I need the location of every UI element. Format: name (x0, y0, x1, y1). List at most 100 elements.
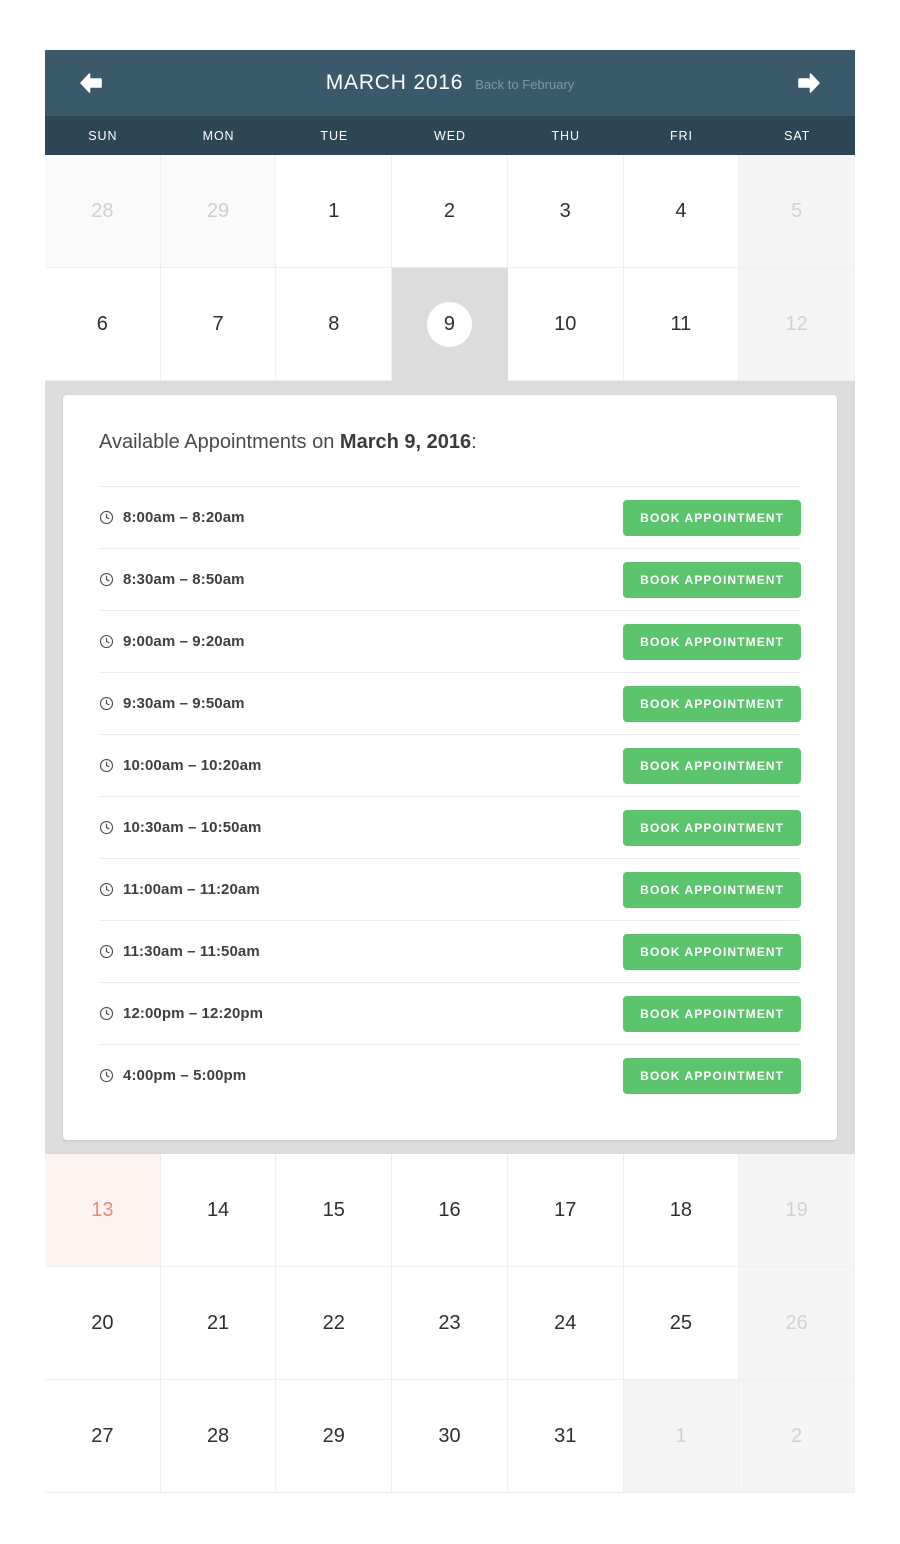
day-number: 21 (206, 1312, 230, 1334)
day-cell-30[interactable]: 30 (392, 1380, 508, 1493)
day-cell-27[interactable]: 27 (45, 1380, 161, 1493)
day-number: 23 (438, 1312, 461, 1334)
back-to-previous-month-link[interactable]: Back to February (475, 77, 574, 92)
day-cell-24[interactable]: 24 (507, 1267, 624, 1380)
clock-icon (99, 572, 114, 587)
day-cell-19: 19 (739, 1154, 855, 1267)
slot-time-label: 8:00am – 8:20am (123, 509, 245, 526)
clock-icon (99, 882, 114, 897)
slot-time-group: 4:00pm – 5:00pm (99, 1067, 246, 1084)
weekday-label-wed: WED (434, 128, 466, 143)
day-number: 28 (91, 200, 114, 222)
day-cell-5: 5 (739, 155, 855, 268)
book-appointment-button[interactable]: BOOK APPOINTMENT (623, 995, 801, 1032)
appointment-slot-row: 10:00am – 10:20am BOOK APPOINTMENT (99, 734, 801, 796)
appointment-slot-row: 8:00am – 8:20am BOOK APPOINTMENT (99, 486, 801, 548)
calendar-widget: MARCH 2016 Back to February SUN MON TUE WED… (45, 50, 855, 1493)
day-number: 1 (675, 1425, 687, 1447)
slot-time-group: 8:30am – 8:50am (99, 571, 245, 588)
day-number: 29 (206, 200, 230, 222)
day-number: 6 (96, 313, 108, 335)
weekday-label-mon: MON (202, 128, 235, 143)
calendar-week-row: 27 28 29 30 31 1 2 (45, 1380, 855, 1493)
book-appointment-button[interactable]: BOOK APPOINTMENT (623, 747, 801, 784)
day-cell-1[interactable]: 1 (276, 155, 393, 268)
day-cell-14[interactable]: 14 (160, 1154, 277, 1267)
book-appointment-button[interactable]: BOOK APPOINTMENT (623, 1057, 801, 1094)
calendar-week-row: 28 29 1 2 3 4 5 (45, 155, 855, 268)
day-cell-29[interactable]: 29 (276, 1380, 393, 1493)
day-number: 27 (91, 1425, 114, 1447)
slot-time-group: 12:00pm – 12:20pm (99, 1005, 263, 1022)
next-month-button[interactable] (771, 50, 847, 116)
appointments-panel-backdrop: Available Appointments on March 9, 2016:… (45, 381, 855, 1154)
day-cell-13[interactable]: 13 (45, 1154, 161, 1267)
day-cell-10[interactable]: 10 (507, 268, 624, 381)
day-cell-2[interactable]: 2 (392, 155, 508, 268)
day-number: 15 (322, 1199, 345, 1221)
book-appointment-button[interactable]: BOOK APPOINTMENT (623, 499, 801, 536)
day-number: 1 (328, 200, 340, 222)
book-appointment-button[interactable]: BOOK APPOINTMENT (623, 685, 801, 722)
day-number: 7 (212, 313, 224, 335)
clock-icon (99, 634, 114, 649)
day-number: 12 (785, 313, 808, 335)
clock-icon (99, 1068, 114, 1083)
day-cell-17[interactable]: 17 (507, 1154, 624, 1267)
calendar-weeks-bottom: 13 14 15 16 17 18 19 20 21 22 23 24 25 26 27 28 29 30 31 1 2 (45, 1154, 855, 1493)
clock-icon (99, 1006, 114, 1021)
book-appointment-button[interactable]: BOOK APPOINTMENT (623, 871, 801, 908)
appointment-slot-row: 12:00pm – 12:20pm BOOK APPOINTMENT (99, 982, 801, 1044)
arrow-right-icon (796, 72, 822, 94)
day-cell-11[interactable]: 11 (623, 268, 740, 381)
day-cell-20[interactable]: 20 (45, 1267, 161, 1380)
book-appointment-button[interactable]: BOOK APPOINTMENT (623, 561, 801, 598)
clock-icon (99, 944, 114, 959)
day-number: 16 (438, 1199, 461, 1221)
day-cell-15[interactable]: 15 (276, 1154, 393, 1267)
book-appointment-button[interactable]: BOOK APPOINTMENT (623, 809, 801, 846)
day-cell-4[interactable]: 4 (623, 155, 740, 268)
day-number: 11 (670, 313, 692, 335)
slot-time-label: 10:30am – 10:50am (123, 819, 262, 836)
day-cell-1: 1 (623, 1380, 740, 1493)
day-number: 29 (322, 1425, 345, 1447)
slot-time-label: 12:00pm – 12:20pm (123, 1005, 264, 1022)
day-cell-22[interactable]: 22 (276, 1267, 393, 1380)
slot-time-label: 11:30am – 11:50am (123, 943, 260, 960)
arrow-left-icon (78, 72, 104, 94)
book-appointment-button[interactable]: BOOK APPOINTMENT (623, 623, 801, 660)
day-cell-16[interactable]: 16 (392, 1154, 508, 1267)
day-cell-18[interactable]: 18 (623, 1154, 740, 1267)
day-cell-7[interactable]: 7 (160, 268, 277, 381)
day-cell-21[interactable]: 21 (160, 1267, 277, 1380)
day-cell-23[interactable]: 23 (392, 1267, 508, 1380)
book-appointment-button[interactable]: BOOK APPOINTMENT (623, 933, 801, 970)
calendar-week-row: 20 21 22 23 24 25 26 (45, 1267, 855, 1380)
day-cell-3[interactable]: 3 (507, 155, 624, 268)
day-number: 24 (554, 1312, 577, 1334)
appointment-slot-row: 10:30am – 10:50am BOOK APPOINTMENT (99, 796, 801, 858)
day-cell-28[interactable]: 28 (160, 1380, 277, 1493)
appointments-card: Available Appointments on March 9, 2016:… (63, 395, 837, 1140)
calendar-booking-page: MARCH 2016 Back to February SUN MON TUE WED… (0, 0, 900, 1544)
slot-time-group: 10:00am – 10:20am (99, 757, 261, 774)
weekday-label-sat: SAT (784, 128, 811, 143)
appointments-heading: Available Appointments on March 9, 2016: (99, 431, 801, 454)
clock-icon (99, 820, 114, 835)
weekday-header-row: SUN MON TUE WED THU FRI SAT (45, 116, 855, 155)
day-cell-6[interactable]: 6 (45, 268, 161, 381)
previous-month-button[interactable] (53, 50, 129, 116)
day-cell-31[interactable]: 31 (507, 1380, 624, 1493)
appointment-slot-row: 8:30am – 8:50am BOOK APPOINTMENT (99, 548, 801, 610)
slot-time-group: 11:30am – 11:50am (99, 943, 260, 960)
weekday-label-tue: TUE (320, 128, 349, 143)
header-title-group: MARCH 2016 Back to February (326, 71, 575, 95)
day-number: 14 (206, 1199, 230, 1221)
day-cell-9[interactable]: 9 (392, 268, 508, 381)
clock-icon (99, 696, 114, 711)
day-cell-25[interactable]: 25 (623, 1267, 740, 1380)
day-cell-8[interactable]: 8 (276, 268, 393, 381)
day-number: 5 (791, 200, 803, 222)
slot-time-label: 10:00am – 10:20am (123, 757, 262, 774)
